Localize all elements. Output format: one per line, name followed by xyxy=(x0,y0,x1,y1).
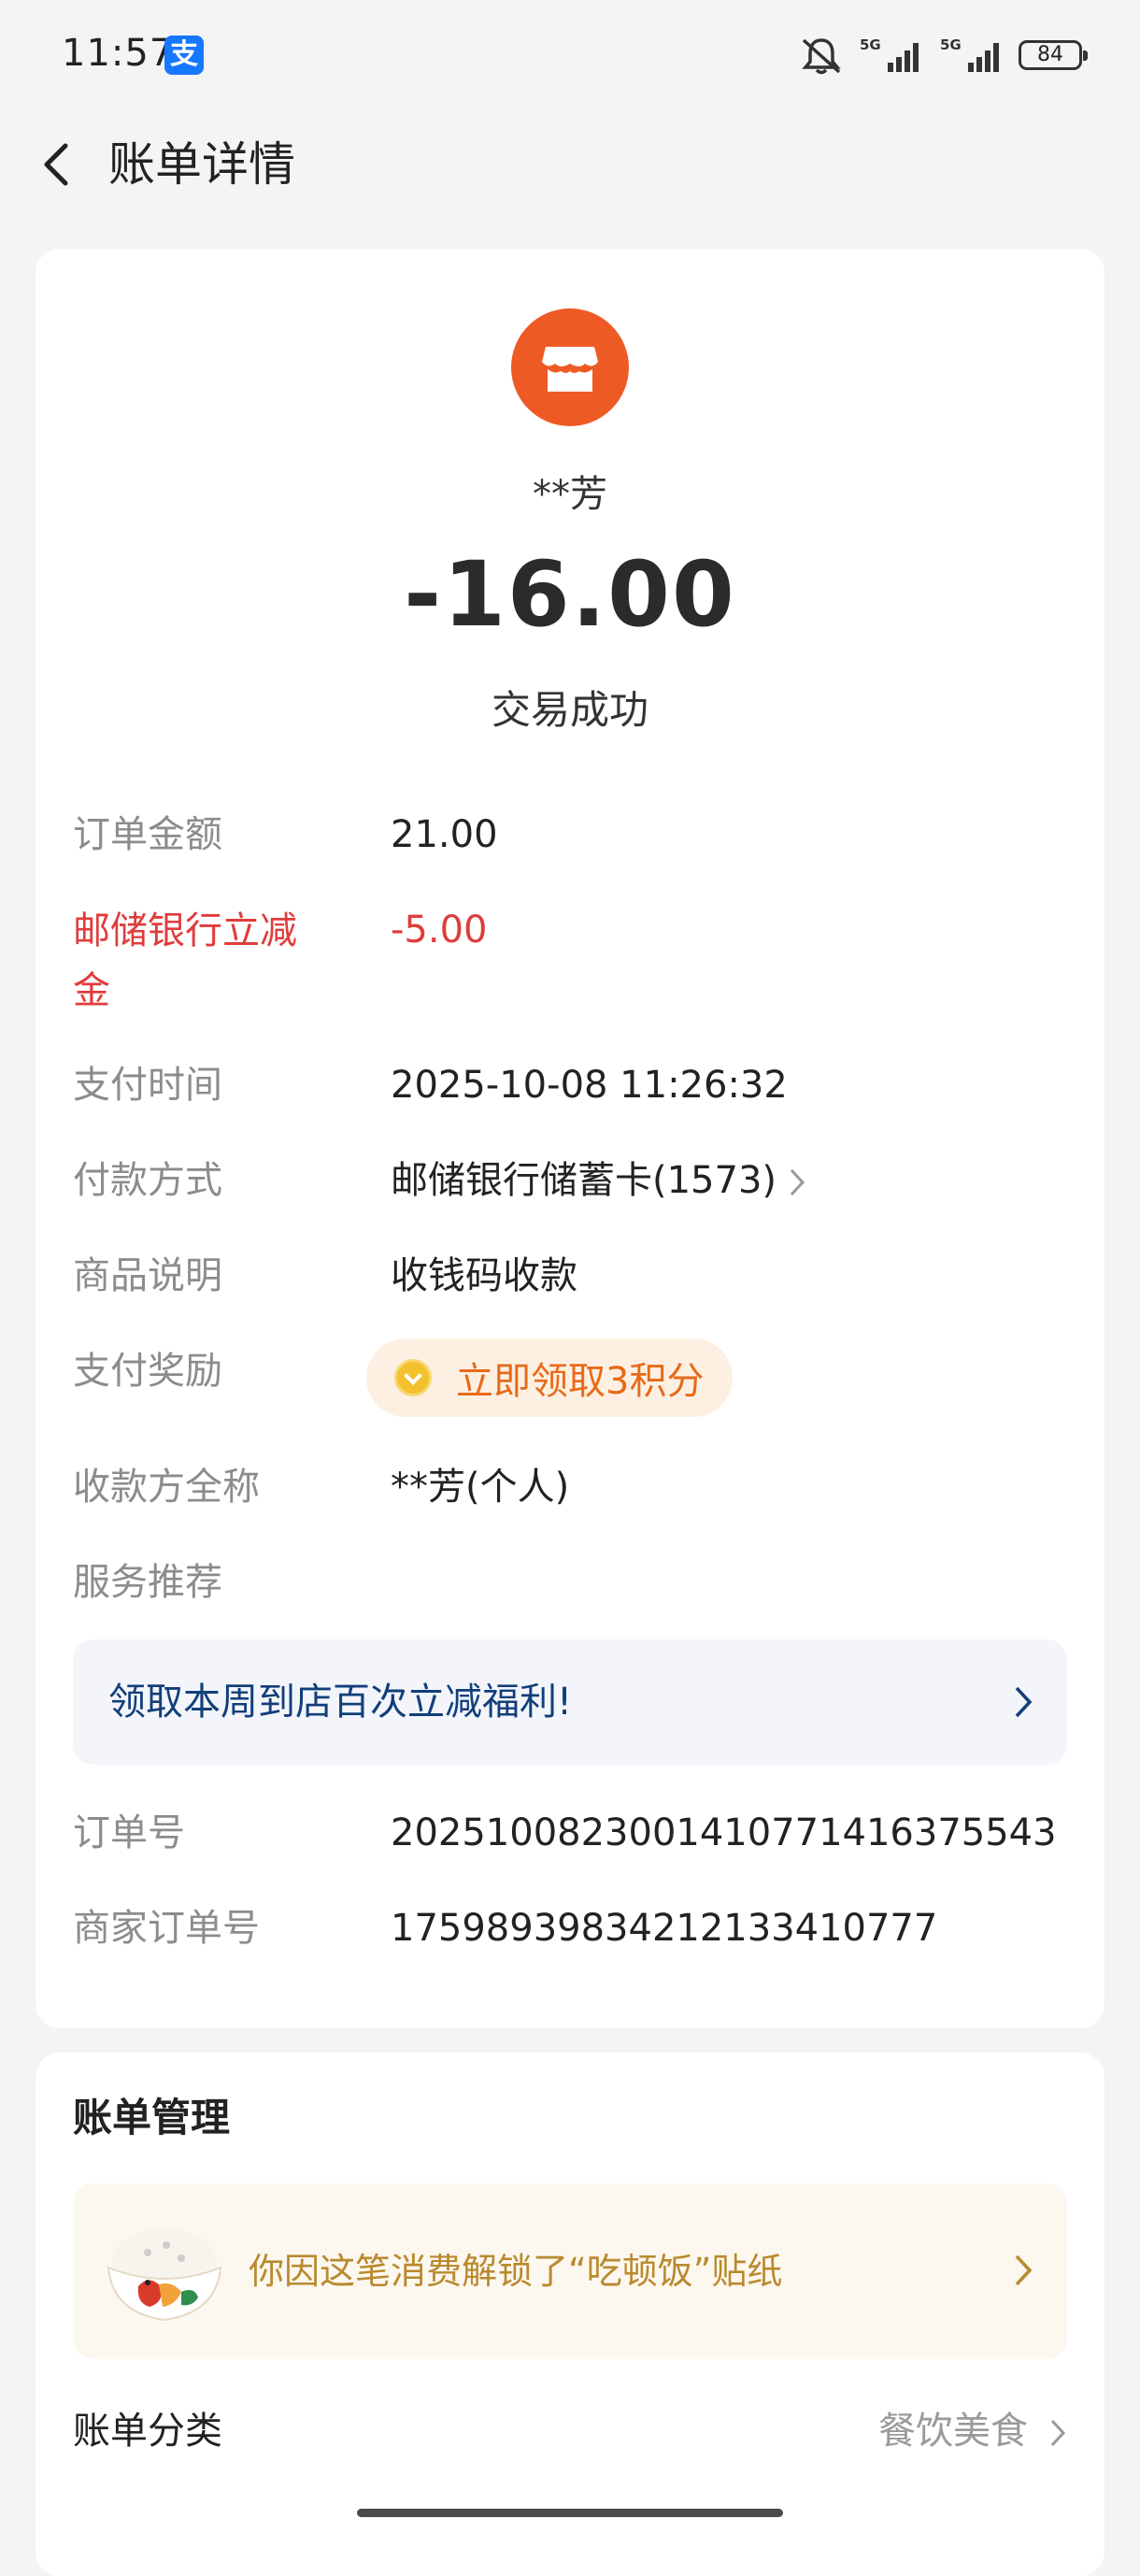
bill-category-value: 餐饮美食 xyxy=(878,2410,1028,2453)
payee-label: 收款方全称 xyxy=(73,1466,260,1509)
store-icon xyxy=(511,308,629,426)
goods-desc-value: 收钱码收款 xyxy=(391,1254,577,1297)
pay-time-value: 2025-10-08 11:26:32 xyxy=(391,1064,788,1107)
order-amount-value: 21.00 xyxy=(391,813,498,856)
pay-time-label: 支付时间 xyxy=(73,1064,222,1107)
battery-icon: 84 xyxy=(1019,40,1088,70)
goods-desc-label: 商品说明 xyxy=(73,1254,222,1297)
bill-category-row[interactable]: 账单分类 餐饮美食 xyxy=(73,2398,1067,2464)
rice-bowl-sticker-icon xyxy=(107,2228,222,2322)
order-amount-label: 订单金额 xyxy=(73,813,222,856)
merchant-order-no-value: 175989398342121334107​77 xyxy=(391,1907,938,1950)
bill-manage-card: 账单管理 你因这笔消费解锁了“吃顿饭”贴纸 账单分类 餐饮美食 xyxy=(36,2053,1104,2576)
chevron-right-icon xyxy=(790,1168,805,1196)
chevron-right-icon xyxy=(1015,2254,1033,2286)
pay-method-text: 邮储银行储蓄卡(1573) xyxy=(391,1159,777,1202)
chevron-right-icon xyxy=(1050,2419,1066,2447)
merchant-name: **芳 xyxy=(533,473,607,516)
transaction-amount: -16.00 xyxy=(404,542,736,647)
svg-text:5G: 5G xyxy=(940,36,962,53)
svg-text:5G: 5G xyxy=(860,36,881,53)
claim-points-label: 立即领取3积分 xyxy=(456,1360,705,1403)
promo-text: 领取本周到店百次立减福利! xyxy=(108,1681,573,1724)
chevron-left-icon[interactable] xyxy=(34,133,78,196)
payee-value: **芳(个人) xyxy=(391,1466,570,1509)
merchant-order-no-label: 商家订单号 xyxy=(73,1907,260,1950)
chevron-right-icon xyxy=(1015,1686,1033,1718)
discount-label: 邮储银行立减金 xyxy=(73,909,297,1012)
mute-icon xyxy=(802,38,841,75)
order-no-label: 订单号 xyxy=(73,1811,185,1854)
status-bar: 11:57 支 5G 5G 84 xyxy=(0,0,1140,112)
discount-value: -5.00 xyxy=(391,909,488,952)
alipay-app-icon: 支 xyxy=(164,36,204,75)
pay-method-value[interactable]: 邮储银行储蓄卡(1573) xyxy=(391,1152,806,1209)
home-indicator[interactable] xyxy=(357,2509,783,2517)
header: 账单详情 xyxy=(0,112,1140,217)
signal-5g-icon: 5G xyxy=(940,36,999,72)
bill-category-label: 账单分类 xyxy=(73,2410,222,2453)
promo-banner[interactable]: 领取本周到店百次立减福利! xyxy=(73,1639,1067,1765)
service-label: 服务推荐 xyxy=(73,1561,222,1604)
sticker-text: 你因这笔消费解锁了“吃顿饭”贴纸 xyxy=(249,2251,783,2292)
transaction-status: 交易成功 xyxy=(491,687,648,733)
signal-5g-icon: 5G xyxy=(860,36,919,72)
transaction-card: **芳 -16.00 交易成功 订单金额 21.00 邮储银行立减金 -5.00… xyxy=(36,249,1104,2028)
status-icons: 5G 5G 84 xyxy=(798,32,1088,79)
reward-label: 支付奖励 xyxy=(73,1350,222,1393)
claim-points-button[interactable]: 立即领取3积分 xyxy=(366,1338,733,1417)
status-time: 11:57 xyxy=(62,32,175,75)
page-title: 账单详情 xyxy=(108,137,295,192)
sticker-banner[interactable]: 你因这笔消费解锁了“吃顿饭”贴纸 xyxy=(73,2183,1067,2359)
pay-method-label: 付款方式 xyxy=(73,1159,222,1202)
order-no-value: 2025100823001410771416375543 xyxy=(391,1811,1057,1854)
coin-icon xyxy=(394,1359,432,1396)
bill-manage-title: 账单管理 xyxy=(73,2095,231,2140)
